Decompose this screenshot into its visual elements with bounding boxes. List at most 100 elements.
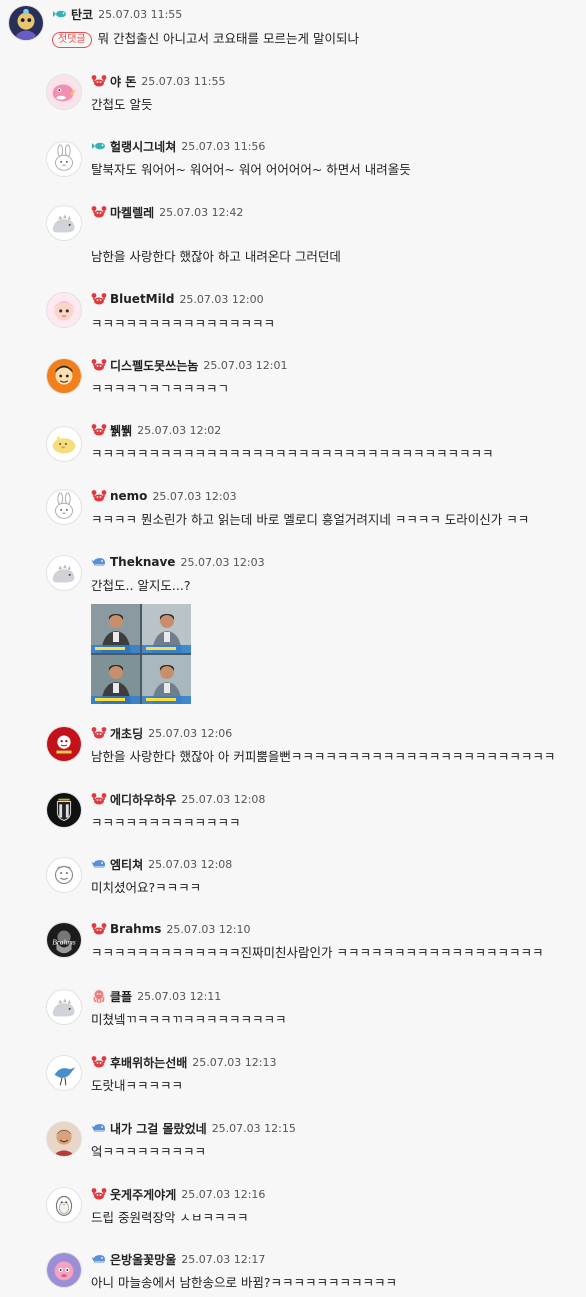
chick-avatar[interactable] <box>46 426 82 462</box>
svg-text:Brahms: Brahms <box>52 938 76 947</box>
comment-timestamp: 25.07.03 12:08 <box>181 792 266 806</box>
comment-body: 남한을 사랑한다 했잖아 아 커피뿜을뻔ㅋㅋㅋㅋㅋㅋㅋㅋㅋㅋㅋㅋㅋㅋㅋㅋㅋㅋㅋㅋ… <box>91 749 555 765</box>
comment-meta: BluetMild 25.07.03 12:00 <box>91 290 264 308</box>
comment-text: 미치셨어요?ㅋㅋㅋㅋ <box>91 880 202 895</box>
comment-meta: nemo 25.07.03 12:03 <box>91 487 237 505</box>
dino-avatar[interactable] <box>46 205 82 241</box>
author-nickname[interactable]: nemo <box>110 489 147 503</box>
author-nickname[interactable]: 마켈렐레 <box>110 204 154 221</box>
comment-meta: 디스펠도못쓰는놈 25.07.03 12:01 <box>91 356 288 374</box>
first-comment-badge: 첫댓글 <box>52 32 92 48</box>
bunny-avatar[interactable] <box>46 141 82 177</box>
whale-icon <box>91 1120 107 1136</box>
comment-text: 뭐 간첩출신 아니고서 코요태를 모르는게 말이되나 <box>97 31 359 46</box>
author-nickname[interactable]: 개초딩 <box>110 725 143 742</box>
pink-bird-avatar[interactable] <box>46 74 82 110</box>
crab-icon <box>91 725 107 741</box>
author-nickname[interactable]: 웃게주게야게 <box>110 1186 176 1203</box>
author-nickname[interactable]: 야 돈 <box>110 73 136 90</box>
comment-timestamp: 25.07.03 12:03 <box>180 555 265 569</box>
cartoon-avatar[interactable] <box>46 358 82 394</box>
comment-meta: 은방울꽃망울 25.07.03 12:17 <box>91 1250 265 1268</box>
comment-text: 탈북자도 워어어~ 워어어~ 워어 어어어어~ 하면서 내려올듯 <box>91 162 411 177</box>
comment-meta: Theknave 25.07.03 12:03 <box>91 553 265 571</box>
comment-body: 드립 중원력장악 ㅅㅂㅋㅋㅋㅋ <box>91 1210 248 1226</box>
comment-text: 미쳤넼ㄲㅋㅋㅋㄲㅋㅋㅋㅋㅋㅋㅋㅋㅋ <box>91 1012 287 1027</box>
author-nickname[interactable]: 탄코 <box>71 6 93 23</box>
comment-timestamp: 25.07.03 12:00 <box>179 292 264 306</box>
comment-timestamp: 25.07.03 12:13 <box>192 1055 277 1069</box>
dino-avatar[interactable] <box>46 555 82 591</box>
comment-text: 엌ㅋㅋㅋㅋㅋㅋㅋㅋㅋ <box>91 1144 207 1159</box>
comment-text: 남한을 사랑한다 했잖아 하고 내려온다 그러던데 <box>91 249 341 264</box>
author-nickname[interactable]: Theknave <box>110 555 175 569</box>
whale-icon <box>91 856 107 872</box>
author-nickname[interactable]: 클플 <box>110 988 132 1005</box>
comment-text: ㅋㅋㅋㅋㅋㅋㅋㅋㅋㅋㅋㅋㅋㅋㅋㅋㅋㅋㅋㅋㅋㅋㅋㅋㅋㅋㅋㅋㅋㅋㅋㅋㅋㅋㅋ <box>91 446 494 461</box>
image-panel <box>91 604 140 653</box>
comment-meta: 웃게주게야게 25.07.03 12:16 <box>91 1185 265 1203</box>
bird-sketch-avatar[interactable] <box>46 1055 82 1091</box>
comment-body: ㅋㅋㅋㅋ 뭔소린가 하고 읽는데 바로 멜로디 흥얼거려지네 ㅋㅋㅋㅋ 도라이신… <box>91 512 529 528</box>
comment-meta: 개초딩 25.07.03 12:06 <box>91 724 232 742</box>
author-nickname[interactable]: 내가 그걸 몰랐었네 <box>110 1120 207 1137</box>
dino-avatar[interactable] <box>46 989 82 1025</box>
brahms-avatar[interactable]: Brahms <box>46 922 82 958</box>
comment-body: 첫댓글 뭐 간첩출신 아니고서 코요태를 모르는게 말이되나 <box>52 31 359 48</box>
comment-text: 남한을 사랑한다 했잖아 아 커피뿜을뻔ㅋㅋㅋㅋㅋㅋㅋㅋㅋㅋㅋㅋㅋㅋㅋㅋㅋㅋㅋㅋ… <box>91 749 556 764</box>
comment-meta: 탄코 25.07.03 11:55 <box>52 5 182 23</box>
comment-timestamp: 25.07.03 12:17 <box>181 1252 266 1266</box>
comment-timestamp: 25.07.03 12:02 <box>137 423 222 437</box>
comment-text: ㅋㅋㅋㅋㅋㅋㅋㅋㅋㅋㅋㅋㅋ진짜미친사람인가 ㅋㅋㅋㅋㅋㅋㅋㅋㅋㅋㅋㅋㅋㅋㅋㅋㅋㅋ <box>91 945 544 960</box>
comment-meta: Brahms 25.07.03 12:10 <box>91 920 251 938</box>
comment-timestamp: 25.07.03 11:55 <box>98 7 183 21</box>
crab-icon <box>91 791 107 807</box>
author-nickname[interactable]: 헐랭시그네쳐 <box>110 138 176 155</box>
comment-text: 드립 중원력장악 ㅅㅂㅋㅋㅋㅋ <box>91 1210 249 1225</box>
comment-body: 탈북자도 워어어~ 워어어~ 워어 어어어어~ 하면서 내려올듯 <box>91 162 411 178</box>
attached-image[interactable] <box>91 604 191 704</box>
author-nickname[interactable]: BluetMild <box>110 292 174 306</box>
comment-thread: 탄코 25.07.03 11:55 첫댓글 뭐 간첩출신 아니고서 코요태를 모르는게… <box>0 0 586 1297</box>
doll-avatar[interactable] <box>46 292 82 328</box>
author-nickname[interactable]: 에디하우하우 <box>110 791 176 808</box>
author-nickname[interactable]: 후배위하는선배 <box>110 1054 187 1071</box>
comment-timestamp: 25.07.03 11:56 <box>181 139 266 153</box>
comment-body: 미쳤넼ㄲㅋㅋㅋㄲㅋㅋㅋㅋㅋㅋㅋㅋㅋ <box>91 1012 287 1028</box>
comment-body: 미치셨어요?ㅋㅋㅋㅋ <box>91 880 201 896</box>
comment-text: ㅋㅋㅋㅋ 뭔소린가 하고 읽는데 바로 멜로디 흥얼거려지네 ㅋㅋㅋㅋ 도라이신… <box>91 512 530 527</box>
comment-timestamp: 25.07.03 12:08 <box>148 857 233 871</box>
pink-char-avatar[interactable] <box>46 1252 82 1288</box>
penguin-avatar[interactable] <box>46 1187 82 1223</box>
author-nickname[interactable]: 엠티쳐 <box>110 856 143 873</box>
person-avatar[interactable] <box>46 1121 82 1157</box>
comment-timestamp: 25.07.03 12:01 <box>203 358 288 372</box>
sketch-avatar[interactable] <box>46 857 82 893</box>
comment-text: ㅋㅋㅋㅋㅋㅋㅋㅋㅋㅋㅋㅋㅋ <box>91 815 241 830</box>
crab-icon <box>91 73 107 89</box>
author-nickname[interactable]: 은방울꽃망울 <box>110 1251 176 1268</box>
comment-meta: 헐랭시그네쳐 25.07.03 11:56 <box>91 137 265 155</box>
comment-text: 간첩도 알듯 <box>91 97 153 112</box>
author-nickname[interactable]: Brahms <box>110 922 161 936</box>
author-nickname[interactable]: 뷁뷁 <box>110 422 132 439</box>
crab-icon <box>91 357 107 373</box>
comment-meta: 후배위하는선배 25.07.03 12:13 <box>91 1053 276 1071</box>
comment-meta: 내가 그걸 몰랐었네 25.07.03 12:15 <box>91 1119 296 1137</box>
bunny-avatar[interactable] <box>46 489 82 525</box>
comment-text: ㅋㅋㅋㅋㄱㅋㄱㅋㅋㅋㅋㄱ <box>91 381 230 396</box>
character-avatar[interactable] <box>8 5 44 41</box>
red-logo-avatar[interactable] <box>46 726 82 762</box>
club-crest-avatar[interactable] <box>46 792 82 828</box>
comment-meta: 야 돈 25.07.03 11:55 <box>91 72 225 90</box>
crab-icon <box>91 291 107 307</box>
fish-icon <box>91 138 107 154</box>
comment-body: 간첩도 알듯 <box>91 97 152 113</box>
comment-meta: 클플 25.07.03 12:11 <box>91 987 221 1005</box>
comment-text: ㅋㅋㅋㅋㅋㅋㅋㅋㅋㅋㅋㅋㅋㅋㅋㅋ <box>91 316 276 331</box>
comment-timestamp: 25.07.03 12:42 <box>159 205 244 219</box>
comment-body: ㅋㅋㅋㅋㅋㅋㅋㅋㅋㅋㅋㅋㅋ <box>91 815 241 831</box>
crab-icon <box>91 1054 107 1070</box>
comment-timestamp: 25.07.03 12:11 <box>137 989 222 1003</box>
author-nickname[interactable]: 디스펠도못쓰는놈 <box>110 357 198 374</box>
